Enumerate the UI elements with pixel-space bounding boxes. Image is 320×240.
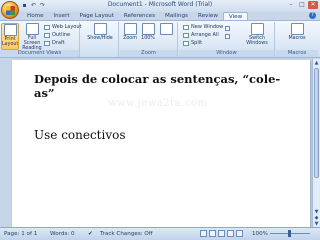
draft-label: Draft bbox=[52, 40, 65, 46]
scroll-bottom-controls[interactable]: ▼ ◆ ▼ bbox=[313, 209, 320, 227]
new-window-label: New Window bbox=[191, 24, 224, 30]
group-show-hide: Show/Hide bbox=[81, 22, 119, 57]
zoom-slider-thumb[interactable] bbox=[288, 230, 291, 237]
page-width-button[interactable] bbox=[158, 23, 174, 36]
group-label-zoom: Zoom bbox=[120, 50, 177, 57]
tab-review[interactable]: Review bbox=[193, 12, 223, 20]
window-controls: – □ ✕ bbox=[286, 1, 318, 9]
web-layout-label: Web Layout bbox=[52, 24, 82, 30]
scroll-thumb[interactable] bbox=[314, 68, 319, 178]
view-side-by-side-icon bbox=[225, 26, 230, 31]
new-window-button[interactable]: New Window bbox=[183, 24, 223, 30]
print-layout-button[interactable]: Print Layout bbox=[1, 23, 19, 50]
macros-label: Macros bbox=[288, 36, 306, 41]
view-shortcuts bbox=[200, 230, 243, 237]
split-label: Split bbox=[191, 40, 203, 46]
group-document-views: Print Layout Full Screen Reading Web Lay… bbox=[0, 22, 82, 57]
document-page[interactable]: www.jewa2ta.com Depois de colocar as sen… bbox=[12, 60, 310, 240]
tab-view[interactable]: View bbox=[222, 12, 249, 20]
full-screen-view-icon[interactable] bbox=[209, 230, 216, 237]
tab-references[interactable]: References bbox=[119, 12, 160, 20]
page-100-icon bbox=[141, 23, 155, 35]
macros-icon bbox=[290, 23, 304, 35]
web-layout-icon bbox=[44, 24, 50, 30]
ribbon: Print Layout Full Screen Reading Web Lay… bbox=[0, 20, 320, 58]
page-width-icon bbox=[159, 23, 173, 35]
group-zoom: Zoom 100% Zoom bbox=[120, 22, 178, 57]
office-button[interactable] bbox=[1, 1, 19, 19]
arrange-all-button[interactable]: Arrange All bbox=[183, 32, 219, 38]
maximize-button[interactable]: □ bbox=[297, 1, 307, 9]
tab-home[interactable]: Home bbox=[22, 12, 49, 20]
magnifier-icon bbox=[123, 23, 137, 35]
scroll-up-icon[interactable]: ▲ bbox=[313, 59, 320, 67]
tab-page-layout[interactable]: Page Layout bbox=[75, 12, 119, 20]
sync-scroll-icon bbox=[225, 34, 230, 39]
group-label-macros: Macros bbox=[276, 50, 318, 57]
switch-windows-label: Switch Windows bbox=[246, 36, 268, 46]
zoom-button[interactable]: Zoom bbox=[122, 23, 138, 41]
print-layout-icon bbox=[3, 24, 17, 36]
zoom-100-label: 100% bbox=[141, 36, 155, 41]
tab-insert[interactable]: Insert bbox=[49, 12, 75, 20]
print-layout-view-icon[interactable] bbox=[200, 230, 207, 237]
outline-button[interactable]: Outline bbox=[44, 32, 70, 38]
draft-button[interactable]: Draft bbox=[44, 40, 65, 46]
sync-scroll-toggle[interactable] bbox=[225, 34, 230, 39]
full-screen-reading-button[interactable]: Full Screen Reading bbox=[21, 23, 43, 51]
group-macros: Macros Macros bbox=[276, 22, 318, 57]
group-label-window: Window bbox=[179, 50, 274, 57]
zoom-level[interactable]: 100% bbox=[252, 231, 268, 237]
ribbon-tabs: Home Insert Page Layout References Maili… bbox=[22, 12, 249, 20]
view-side-by-side-toggle[interactable] bbox=[225, 26, 230, 31]
track-changes-status[interactable]: Track Changes: Off bbox=[100, 231, 153, 237]
group-label-document-views: Document Views bbox=[0, 50, 79, 57]
page-count-status[interactable]: Page: 1 of 1 bbox=[4, 231, 37, 237]
document-heading[interactable]: Depois de colocar as sentenças, “cole-as… bbox=[34, 72, 284, 100]
web-layout-button[interactable]: Web Layout bbox=[44, 24, 82, 30]
web-layout-view-icon[interactable] bbox=[218, 230, 225, 237]
full-screen-reading-label: Full Screen Reading bbox=[22, 36, 42, 51]
tab-mailings[interactable]: Mailings bbox=[160, 12, 193, 20]
minimize-button[interactable]: – bbox=[286, 1, 296, 9]
zoom-button-label: Zoom bbox=[123, 36, 137, 41]
show-hide-icon bbox=[93, 23, 107, 35]
title-bar: ▪ ↶ ↷ Document1 - Microsoft Word (Trial)… bbox=[0, 0, 320, 12]
arrange-all-icon bbox=[183, 32, 189, 38]
arrange-all-label: Arrange All bbox=[191, 32, 219, 38]
help-icon[interactable]: ? bbox=[309, 12, 316, 19]
vertical-scrollbar[interactable]: ▲ ▼ ◆ ▼ bbox=[312, 59, 320, 227]
macros-button[interactable]: Macros bbox=[284, 23, 310, 41]
new-window-icon bbox=[183, 24, 189, 30]
full-screen-reading-icon bbox=[25, 23, 39, 35]
group-window: New Window Arrange All Split Switch Wind… bbox=[179, 22, 275, 57]
draft-view-icon[interactable] bbox=[236, 230, 243, 237]
status-bar: Page: 1 of 1 Words: 0 ✔ Track Changes: O… bbox=[0, 227, 320, 240]
outline-label: Outline bbox=[52, 32, 71, 38]
outline-icon bbox=[44, 32, 50, 38]
close-button[interactable]: ✕ bbox=[308, 1, 318, 9]
split-button[interactable]: Split bbox=[183, 40, 202, 46]
show-hide-button[interactable]: Show/Hide bbox=[85, 23, 115, 41]
split-icon bbox=[183, 40, 189, 46]
proofing-icon[interactable]: ✔ bbox=[88, 231, 93, 237]
draft-icon bbox=[44, 40, 50, 46]
show-hide-label: Show/Hide bbox=[87, 36, 113, 41]
document-paragraph[interactable]: Use conectivos bbox=[34, 128, 126, 142]
switch-windows-button[interactable]: Switch Windows bbox=[243, 23, 271, 46]
word-count-status[interactable]: Words: 0 bbox=[50, 231, 75, 237]
switch-windows-icon bbox=[250, 23, 264, 35]
print-layout-label: Print Layout bbox=[2, 37, 19, 47]
outline-view-icon[interactable] bbox=[227, 230, 234, 237]
office-logo-icon bbox=[6, 6, 15, 15]
zoom-100-button[interactable]: 100% bbox=[140, 23, 156, 41]
document-area: www.jewa2ta.com Depois de colocar as sen… bbox=[0, 59, 312, 240]
window-title: Document1 - Microsoft Word (Trial) bbox=[107, 1, 213, 8]
